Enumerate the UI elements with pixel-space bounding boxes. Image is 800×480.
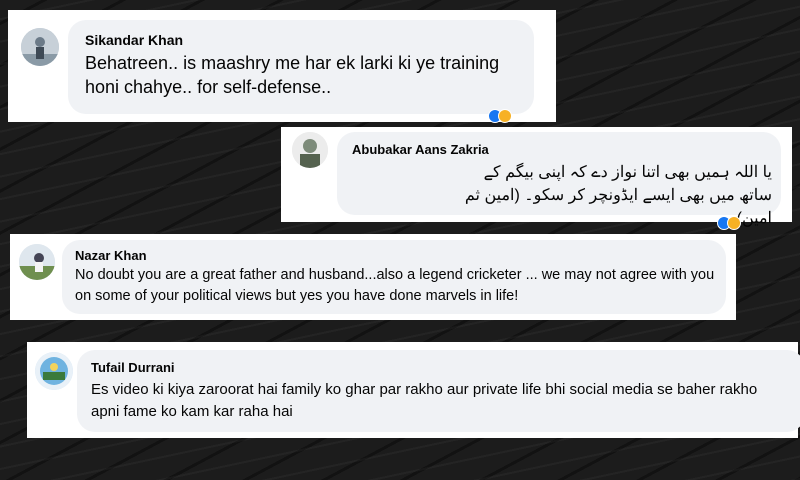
haha-reaction-icon <box>498 109 512 123</box>
comment-card-3: Nazar Khan No doubt you are a great fath… <box>10 234 736 320</box>
profile-photo-icon <box>35 352 73 390</box>
profile-photo-icon <box>292 132 328 168</box>
avatar[interactable] <box>35 352 73 390</box>
comment-text: Behatreen.. is maashry me har ek larki k… <box>85 53 500 97</box>
comment-card-4: Tufail Durrani Es video ki kiya zaroorat… <box>27 342 800 438</box>
reaction-icons[interactable] <box>488 109 518 123</box>
comment-text: No doubt you are a great father and husb… <box>75 267 715 304</box>
comment-text: Es video ki kiya zaroorat hai family ko … <box>91 381 758 420</box>
avatar[interactable] <box>21 28 59 66</box>
comment-author[interactable]: Nazar Khan <box>75 248 147 263</box>
avatar[interactable] <box>19 244 55 280</box>
profile-photo-icon <box>21 28 59 66</box>
comment-author[interactable]: Abubakar Aans Zakria <box>352 142 489 157</box>
reaction-icons[interactable] <box>717 216 757 230</box>
profile-photo-icon <box>19 244 55 280</box>
haha-reaction-icon <box>727 216 741 230</box>
comment-author[interactable]: Tufail Durrani <box>91 360 175 375</box>
comment-author[interactable]: Sikandar Khan <box>85 32 183 48</box>
comment-card-2: Abubakar Aans Zakria یا اللہ ہمیں بھی ات… <box>281 127 792 230</box>
comment-card-1: Sikandar Khan Behatreen.. is maashry me … <box>8 10 556 123</box>
avatar[interactable] <box>292 132 328 168</box>
